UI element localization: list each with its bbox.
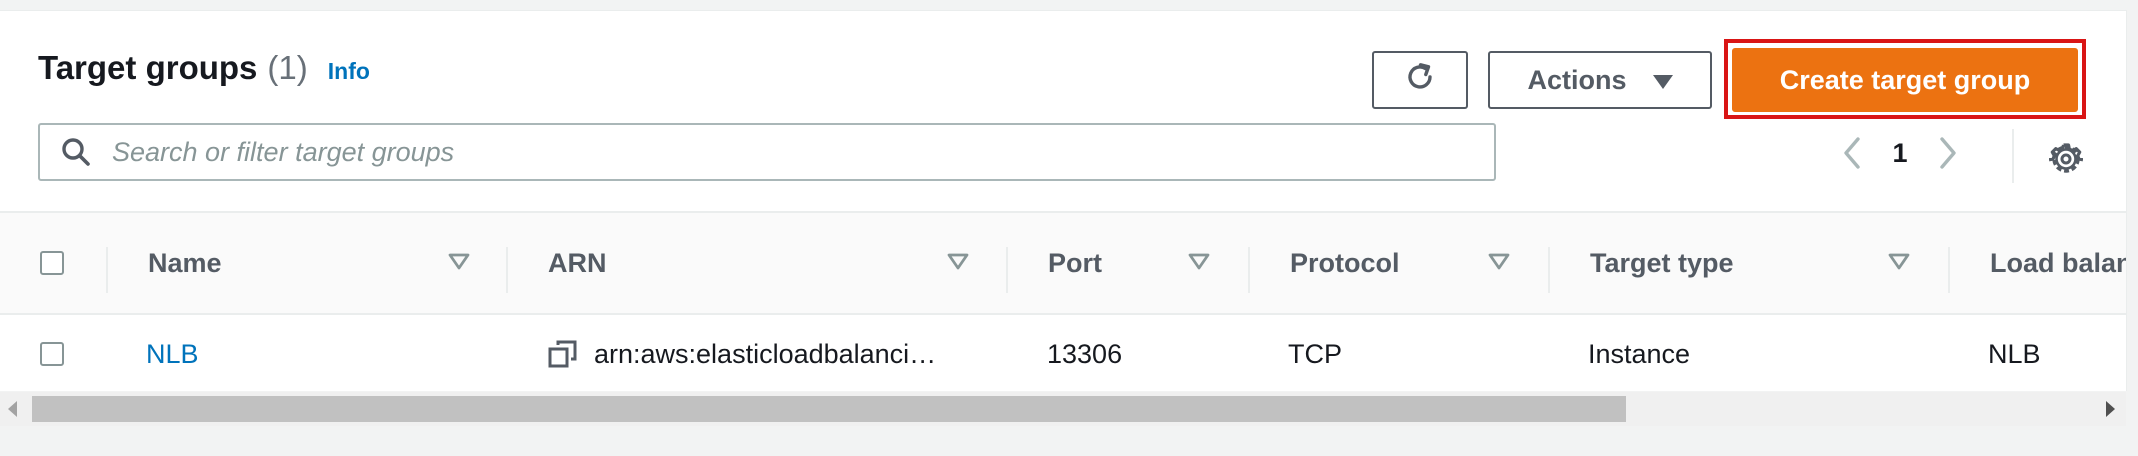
chevron-left-icon xyxy=(1844,137,1860,169)
target-type-value: Instance xyxy=(1588,338,1691,369)
arn-cell: arn:aws:elasticloadbalanci… xyxy=(548,315,958,391)
load-balancer-cell: NLB xyxy=(1988,315,2126,391)
column-header-target-type[interactable]: Target type xyxy=(1590,213,1870,313)
item-count: (1) xyxy=(267,49,308,86)
column-separator xyxy=(106,247,108,293)
column-separator xyxy=(1948,247,1950,293)
target-type-cell: Instance xyxy=(1588,315,1928,391)
sort-caret-icon[interactable] xyxy=(1888,253,1910,271)
search-filter[interactable] xyxy=(38,123,1496,181)
page-title: Target groups xyxy=(38,49,258,86)
pagination-divider xyxy=(2012,129,2014,183)
search-icon xyxy=(56,132,96,172)
next-page-button[interactable] xyxy=(1926,129,1970,177)
copy-icon[interactable] xyxy=(548,339,578,369)
column-label: Target type xyxy=(1590,247,1734,278)
column-label: Port xyxy=(1048,247,1102,278)
table-settings-button[interactable] xyxy=(2044,137,2088,181)
sort-caret-icon[interactable] xyxy=(448,253,470,271)
scrollbar-thumb[interactable] xyxy=(32,396,1626,422)
table-header-row: Name ARN Port Protocol Target type Load … xyxy=(0,211,2126,315)
column-separator xyxy=(506,247,508,293)
sort-caret-icon[interactable] xyxy=(947,253,969,271)
port-value: 13306 xyxy=(1047,338,1123,369)
target-group-link[interactable]: NLB xyxy=(146,339,199,370)
load-balancer-value: NLB xyxy=(1988,338,2041,369)
previous-page-button[interactable] xyxy=(1830,129,1874,177)
sort-caret-icon[interactable] xyxy=(1488,253,1510,271)
horizontal-scrollbar[interactable] xyxy=(0,392,2126,426)
column-header-name[interactable]: Name xyxy=(148,213,448,313)
search-input[interactable] xyxy=(110,135,1414,169)
column-separator xyxy=(1548,247,1550,293)
arn-value: arn:aws:elasticloadbalanci… xyxy=(594,338,937,369)
target-groups-panel: Target groups (1) Info Actions Create ta… xyxy=(0,10,2127,391)
column-header-load-balancer[interactable]: Load balan xyxy=(1990,213,2126,313)
row-checkbox[interactable] xyxy=(40,342,64,366)
sort-caret-icon[interactable] xyxy=(1188,253,1210,271)
caret-down-icon xyxy=(1652,74,1673,89)
info-link[interactable]: Info xyxy=(328,58,370,85)
current-page-number[interactable]: 1 xyxy=(1874,138,1926,169)
column-separator xyxy=(1248,247,1250,293)
pagination: 1 xyxy=(1830,129,1970,177)
protocol-value: TCP xyxy=(1288,338,1342,369)
column-label: Load balan xyxy=(1990,247,2126,278)
gear-icon xyxy=(2049,143,2083,173)
column-header-arn[interactable]: ARN xyxy=(548,213,928,313)
actions-label: Actions xyxy=(1527,64,1627,95)
create-target-group-button[interactable]: Create target group xyxy=(1732,48,2078,112)
column-label: Protocol xyxy=(1290,247,1400,278)
column-label: ARN xyxy=(548,247,607,278)
select-all-checkbox[interactable] xyxy=(40,251,64,275)
table-row[interactable]: NLB arn:aws:elasticloadbalanci… 13306 TC… xyxy=(0,315,2126,391)
column-header-protocol[interactable]: Protocol xyxy=(1290,213,1490,313)
column-header-port[interactable]: Port xyxy=(1048,213,1178,313)
name-cell: NLB xyxy=(146,315,486,391)
scroll-left-arrow-icon[interactable] xyxy=(8,401,17,417)
actions-dropdown-button[interactable]: Actions xyxy=(1488,51,1712,109)
column-separator xyxy=(1006,247,1008,293)
target-groups-table: Name ARN Port Protocol Target type Load … xyxy=(0,211,2126,391)
chevron-right-icon xyxy=(1940,137,1956,169)
refresh-button[interactable] xyxy=(1372,51,1468,109)
header: Target groups (1) Info xyxy=(38,49,370,87)
app-frame: Target groups (1) Info Actions Create ta… xyxy=(0,0,2138,456)
protocol-cell: TCP xyxy=(1288,315,1538,391)
scroll-right-arrow-icon[interactable] xyxy=(2106,401,2115,417)
port-cell: 13306 xyxy=(1047,315,1237,391)
refresh-icon xyxy=(1403,60,1437,101)
column-label: Name xyxy=(148,247,222,278)
